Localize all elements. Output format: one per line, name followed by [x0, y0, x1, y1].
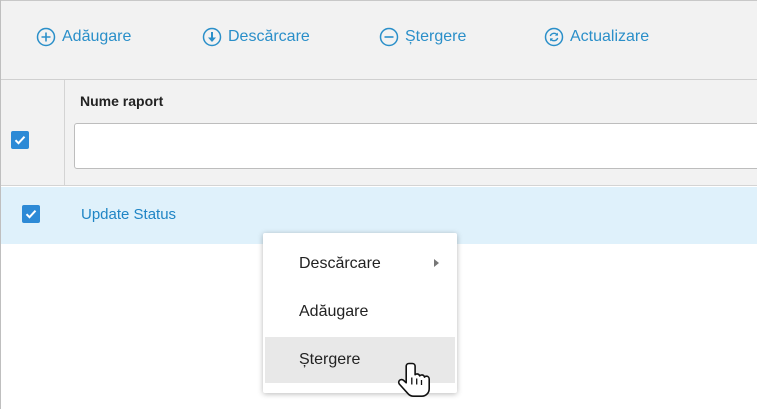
checkmark-icon	[25, 210, 37, 219]
refresh-button[interactable]: Actualizare	[544, 25, 649, 49]
add-button-label: Adăugare	[62, 28, 132, 45]
submenu-arrow-icon	[434, 259, 439, 267]
context-menu-item-delete[interactable]: Ștergere	[265, 337, 455, 383]
select-all-checkbox[interactable]	[11, 131, 29, 149]
context-menu-item-download[interactable]: Descărcare	[263, 241, 457, 287]
context-menu-item-label: Adăugare	[299, 303, 369, 320]
context-menu: Descărcare Adăugare Ștergere	[263, 233, 457, 393]
context-menu-item-label: Descărcare	[299, 255, 381, 272]
column-divider	[64, 80, 65, 186]
plus-circle-icon	[36, 27, 56, 47]
delete-button-label: Ștergere	[405, 28, 467, 45]
download-button[interactable]: Descărcare	[202, 25, 310, 49]
column-header-report-name[interactable]: Nume raport	[80, 93, 163, 109]
row-checkbox[interactable]	[22, 205, 40, 223]
add-button[interactable]: Adăugare	[36, 25, 131, 49]
report-name-link[interactable]: Update Status	[81, 206, 176, 223]
context-menu-item-add[interactable]: Adăugare	[263, 289, 457, 335]
download-button-label: Descărcare	[228, 28, 310, 45]
report-name-filter-input[interactable]	[74, 123, 757, 169]
download-circle-icon	[202, 27, 222, 47]
minus-circle-icon	[379, 27, 399, 47]
refresh-button-label: Actualizare	[570, 28, 650, 45]
checkmark-icon	[14, 136, 26, 145]
context-menu-item-label: Ștergere	[299, 351, 361, 368]
delete-button[interactable]: Ștergere	[379, 25, 466, 49]
refresh-circle-icon	[544, 27, 564, 47]
toolbar: Adăugare Descărcare Ștergere Actualizare	[1, 0, 757, 80]
